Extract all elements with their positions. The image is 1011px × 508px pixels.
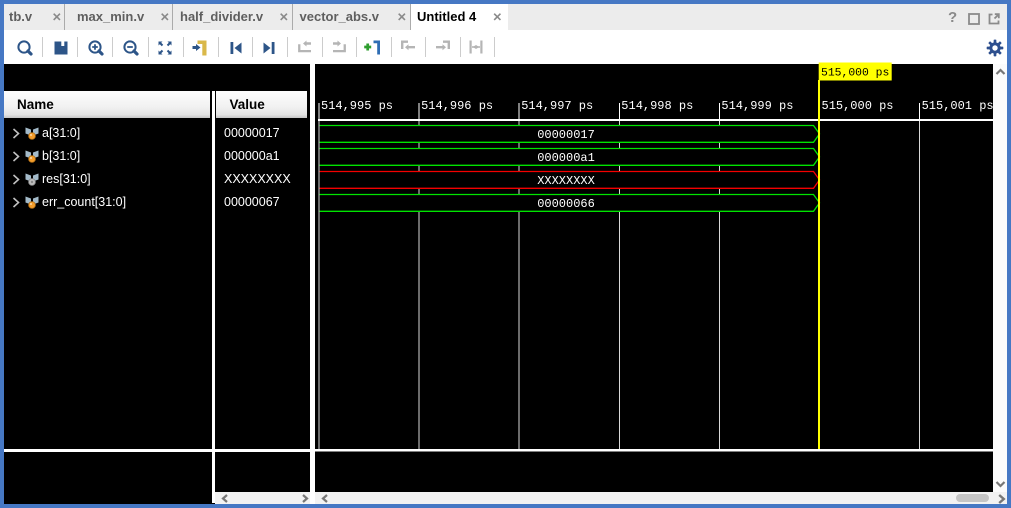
svg-text:XXXXXXXX: XXXXXXXX (537, 174, 595, 188)
svg-text:515,000 ps: 515,000 ps (821, 68, 889, 80)
svg-text:514,995 ps: 514,995 ps (321, 99, 393, 113)
svg-text:514,999 ps: 514,999 ps (721, 99, 793, 113)
svg-text:514,997 ps: 514,997 ps (521, 99, 593, 113)
svg-text:000000a1: 000000a1 (537, 151, 595, 165)
svg-text:514,996 ps: 514,996 ps (421, 99, 493, 113)
svg-text:514,998 ps: 514,998 ps (621, 99, 693, 113)
svg-text:515,001 ps: 515,001 ps (922, 99, 994, 113)
svg-text:515,000 ps: 515,000 ps (822, 99, 894, 113)
svg-text:00000066: 00000066 (537, 197, 595, 211)
svg-text:00000017: 00000017 (537, 128, 595, 142)
